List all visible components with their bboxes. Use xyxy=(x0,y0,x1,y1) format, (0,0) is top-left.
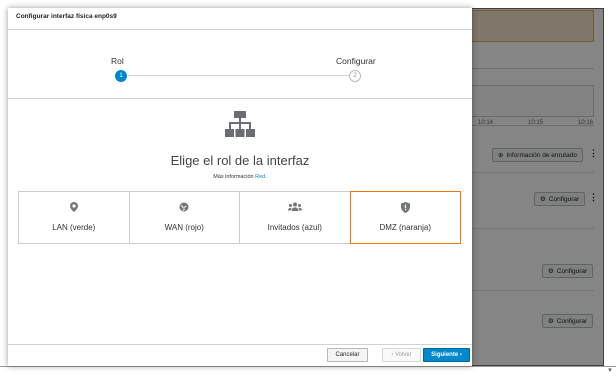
configure-interface-dialog: Configurar interfaz física enp0s9 Rol 1 … xyxy=(8,8,472,366)
network-icon xyxy=(225,111,255,137)
network-docs-link[interactable]: Red. xyxy=(255,174,267,180)
role-label: WAN (rojo) xyxy=(164,223,204,232)
back-button[interactable]: ‹ Volver xyxy=(382,348,421,362)
step-label-configurar: Configurar xyxy=(336,56,376,66)
step-label-rol: Rol xyxy=(111,56,124,66)
role-options: LAN (verde) WAN (rojo) Invitados (azul) … xyxy=(18,191,461,244)
wizard-steps: Rol 1 Configurar 2 xyxy=(8,30,472,98)
role-heading: Elige el rol de la interfaz xyxy=(170,153,310,168)
bottom-strip xyxy=(0,366,616,377)
more-info-text: Más información Red. xyxy=(213,174,267,180)
role-label: Invitados (azul) xyxy=(267,223,322,232)
page-strip xyxy=(0,0,616,8)
dialog-title: Configurar interfaz física enp0s9 xyxy=(8,8,472,30)
role-option-dmz[interactable]: DMZ (naranja) xyxy=(349,191,461,244)
step-connector xyxy=(128,75,354,76)
next-button[interactable]: Siguiente › xyxy=(423,348,470,362)
step-2-indicator[interactable]: 2 xyxy=(349,70,361,82)
shield-icon xyxy=(400,201,410,213)
users-icon xyxy=(287,201,302,213)
role-option-guests[interactable]: Invitados (azul) xyxy=(239,191,351,244)
map-marker-icon xyxy=(69,201,78,213)
role-label: LAN (verde) xyxy=(52,223,96,232)
scroll-down-icon[interactable]: ▾ xyxy=(604,366,616,377)
cancel-button[interactable]: Cancelar xyxy=(327,348,368,362)
step-1-indicator[interactable]: 1 xyxy=(115,70,127,82)
role-label: DMZ (naranja) xyxy=(379,223,432,232)
role-option-wan[interactable]: WAN (rojo) xyxy=(128,191,240,244)
role-option-lan[interactable]: LAN (verde) xyxy=(18,191,130,244)
globe-icon xyxy=(179,201,189,213)
